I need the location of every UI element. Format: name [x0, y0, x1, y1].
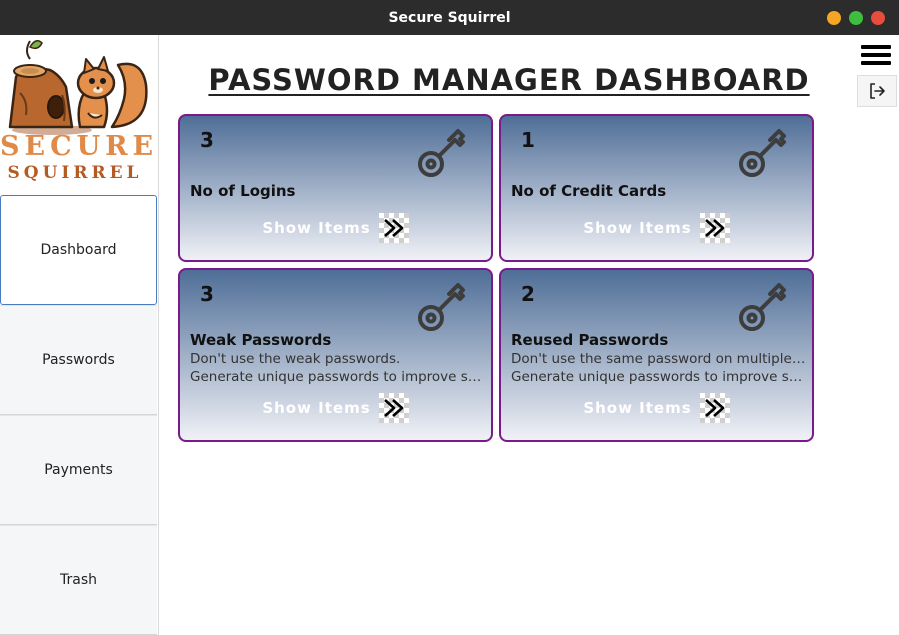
card-label: No of Credit Cards [511, 182, 667, 200]
main-content: PASSWORD MANAGER DASHBOARD 3 No of Login… [159, 35, 899, 635]
show-items-label: Show Items [262, 399, 371, 417]
brand-name-line1: SECURE [0, 131, 159, 162]
card-label: No of Logins [190, 182, 296, 200]
logout-button[interactable] [857, 75, 897, 107]
card-label: Weak Passwords [190, 331, 332, 349]
card-description-line1: Don't use the weak passwords. [190, 351, 401, 367]
card-count: 3 [200, 282, 214, 306]
brand-name-line2: SQUIRREL [7, 163, 143, 183]
card-description-line2: Generate unique passwords to improve sec… [190, 369, 485, 385]
window-title: Secure Squirrel [388, 10, 511, 26]
card-count: 3 [200, 128, 214, 152]
show-items-button[interactable]: Show Items [501, 213, 812, 243]
sidebar-item-trash[interactable]: Trash [0, 525, 157, 635]
card-weak-passwords: 3 Weak Passwords Don't use the weak pass… [178, 268, 493, 442]
maximize-button[interactable] [849, 11, 863, 25]
double-chevron-right-icon [378, 393, 409, 423]
squirrel-logo-icon [8, 40, 148, 135]
card-description-line1: Don't use the same password on multiple … [511, 351, 806, 367]
double-chevron-right-icon [378, 213, 409, 243]
card-credit-cards: 1 No of Credit Cards Show Items [499, 114, 814, 262]
sidebar-item-passwords[interactable]: Passwords [0, 305, 157, 415]
window-titlebar: Secure Squirrel [0, 0, 899, 35]
key-icon [739, 283, 786, 331]
sidebar-item-payments[interactable]: Payments [0, 415, 157, 525]
minimize-button[interactable] [827, 11, 841, 25]
key-icon [418, 283, 465, 331]
show-items-button[interactable]: Show Items [180, 393, 491, 423]
sidebar-item-label: Trash [60, 572, 97, 588]
app-logo: SECURE SQUIRREL [0, 35, 158, 195]
card-count: 2 [521, 282, 535, 306]
sidebar-item-label: Passwords [42, 352, 115, 368]
card-count: 1 [521, 128, 535, 152]
hamburger-menu-icon[interactable] [861, 45, 891, 67]
sidebar-item-label: Payments [44, 462, 113, 478]
card-reused-passwords: 2 Reused Passwords Don't use the same pa… [499, 268, 814, 442]
key-icon [739, 129, 786, 177]
double-chevron-right-icon [699, 213, 730, 243]
sidebar-item-label: Dashboard [40, 242, 117, 258]
page-title: PASSWORD MANAGER DASHBOARD [208, 63, 810, 97]
card-label: Reused Passwords [511, 331, 669, 349]
card-logins: 3 No of Logins Show Items [178, 114, 493, 262]
sidebar: SECURE SQUIRREL Dashboard Passwords Paym… [0, 35, 159, 635]
sidebar-item-dashboard[interactable]: Dashboard [0, 195, 157, 305]
double-chevron-right-icon [699, 393, 730, 423]
show-items-button[interactable]: Show Items [501, 393, 812, 423]
show-items-label: Show Items [262, 219, 371, 237]
show-items-label: Show Items [583, 399, 692, 417]
card-description-line2: Generate unique passwords to improve sec… [511, 369, 806, 385]
logout-icon [870, 83, 885, 99]
key-icon [418, 129, 465, 177]
show-items-label: Show Items [583, 219, 692, 237]
close-button[interactable] [871, 11, 885, 25]
show-items-button[interactable]: Show Items [180, 213, 491, 243]
